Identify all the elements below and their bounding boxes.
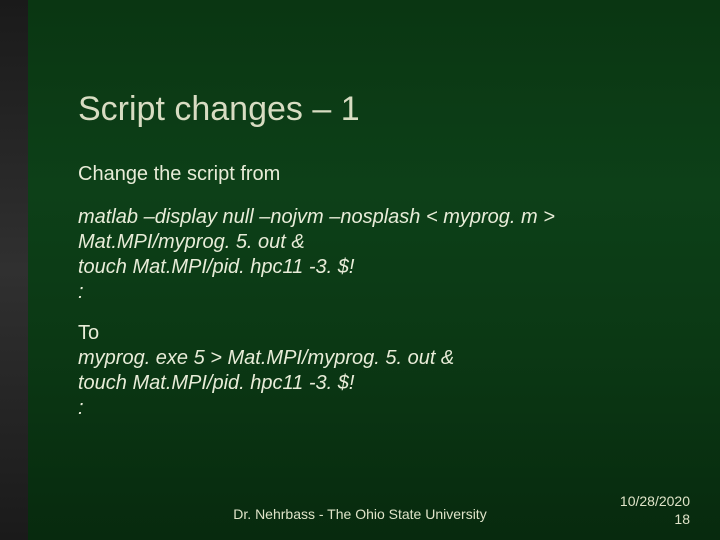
code-line: matlab –display null –nojvm –nosplash < … (78, 205, 680, 230)
footer-page-number: 18 (620, 511, 690, 529)
footer-date: 10/28/2020 (620, 493, 690, 511)
footer-meta: 10/28/2020 18 (620, 493, 690, 528)
script-from-block: matlab –display null –nojvm –nosplash < … (78, 205, 680, 305)
script-to-block: To myprog. exe 5 > Mat.MPI/myprog. 5. ou… (78, 321, 680, 421)
code-line: : (78, 280, 680, 305)
lead-text: Change the script from (78, 162, 680, 187)
slide-body: Change the script from matlab –display n… (78, 162, 680, 437)
to-label: To (78, 321, 680, 346)
slide-title: Script changes – 1 (78, 90, 360, 129)
code-line: : (78, 396, 680, 421)
footer-author: Dr. Nehrbass - The Ohio State University (0, 506, 720, 522)
code-line: touch Mat.MPI/pid. hpc11 -3. $! (78, 255, 680, 280)
sidebar-accent (0, 0, 28, 540)
code-line: myprog. exe 5 > Mat.MPI/myprog. 5. out & (78, 346, 680, 371)
code-line: touch Mat.MPI/pid. hpc11 -3. $! (78, 371, 680, 396)
code-line: Mat.MPI/myprog. 5. out & (78, 230, 680, 255)
slide: Script changes – 1 Change the script fro… (0, 0, 720, 540)
